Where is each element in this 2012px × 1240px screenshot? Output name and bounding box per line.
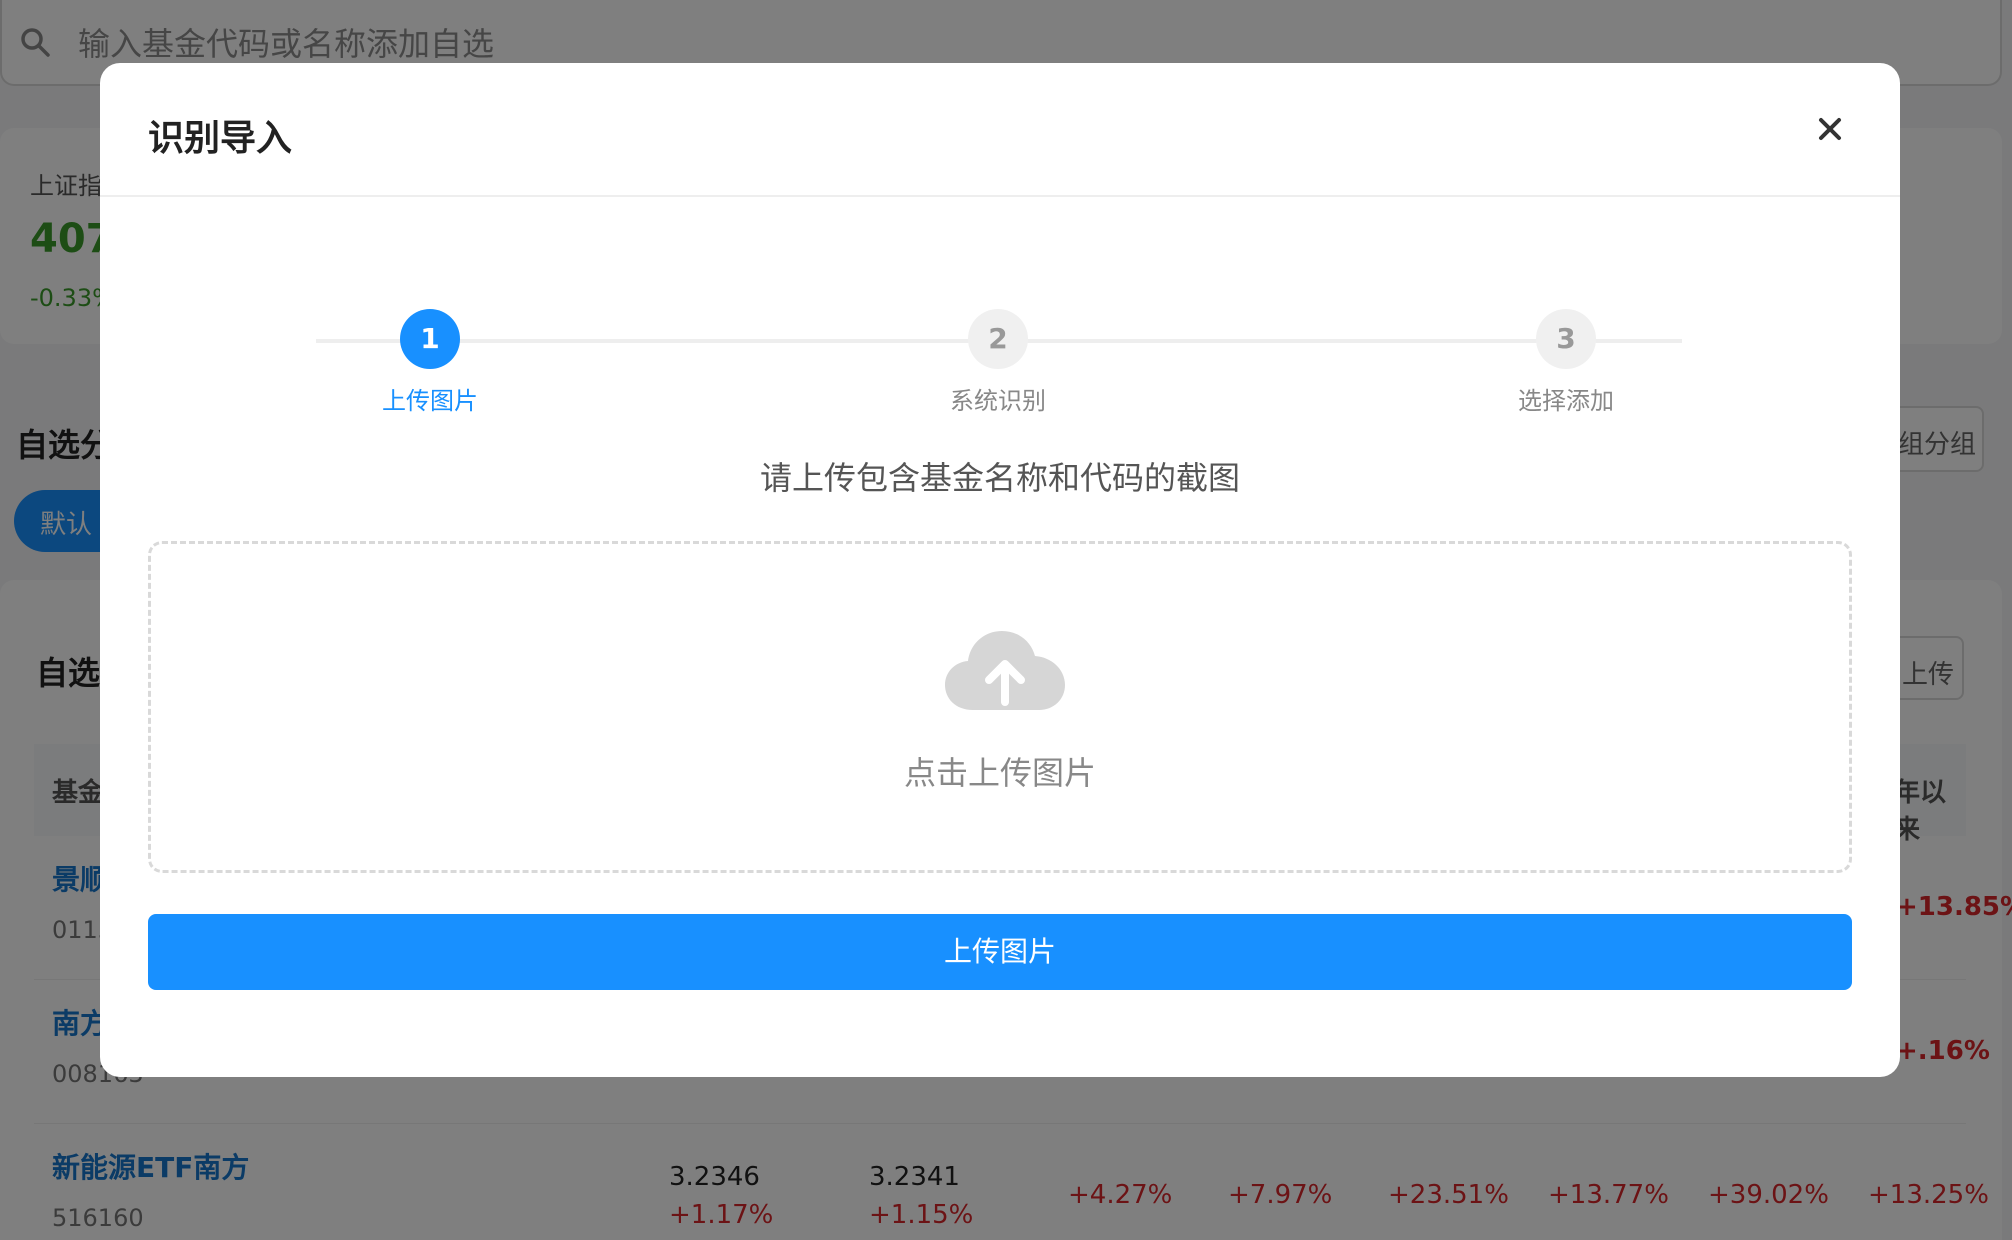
step-label: 选择添加 <box>1518 387 1614 415</box>
upload-image-button[interactable]: 上传图片 <box>148 914 1852 990</box>
step-label: 上传图片 <box>382 387 478 415</box>
import-steps: 1 上传图片 2 系统识别 3 选择添加 <box>100 197 1900 415</box>
upload-dropzone[interactable]: 点击上传图片 <box>148 541 1852 873</box>
modal-title: 识别导入 <box>148 118 293 159</box>
step-number: 3 <box>1536 309 1596 369</box>
dropzone-label: 点击上传图片 <box>903 754 1096 792</box>
upload-hint: 请上传包含基金名称和代码的截图 <box>759 459 1240 497</box>
close-icon[interactable] <box>1810 109 1850 149</box>
import-modal: 识别导入 1 上传图片 2 系统识别 3 选择添加 请上传包含基金名称和代码的截… <box>100 63 1900 1077</box>
modal-header: 识别导入 <box>100 63 1900 197</box>
cloud-upload-icon <box>945 631 1065 710</box>
step-number: 1 <box>400 309 460 369</box>
step-number: 2 <box>968 309 1028 369</box>
step-label: 系统识别 <box>950 387 1046 415</box>
